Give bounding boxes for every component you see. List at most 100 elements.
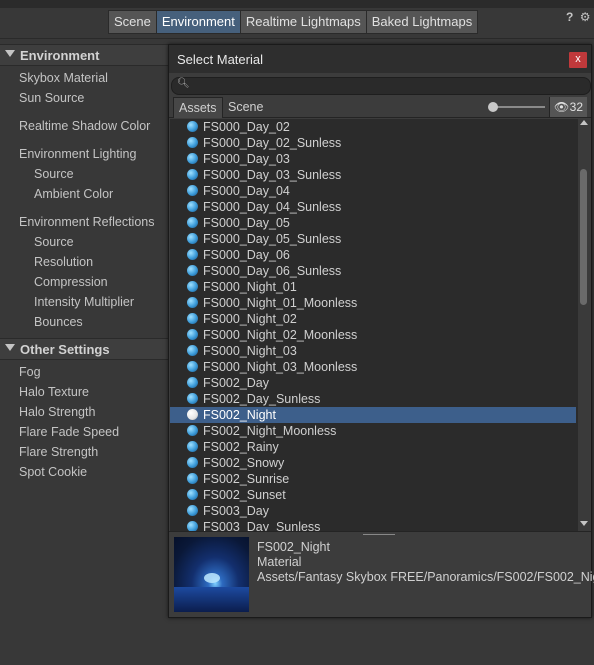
- material-sphere-icon: [187, 297, 198, 308]
- other-settings-section-header[interactable]: Other Settings: [0, 338, 168, 360]
- material-sphere-icon: [187, 521, 198, 531]
- material-sphere-icon: [187, 473, 198, 484]
- list-item[interactable]: FS000_Day_02: [170, 119, 576, 135]
- list-item-label: FS000_Day_03_Sunless: [203, 168, 342, 182]
- item-size-slider-handle[interactable]: [488, 102, 498, 112]
- dialog-tab-row: Assets Scene 👁︎ 32: [169, 97, 591, 118]
- list-item[interactable]: FS000_Night_03: [170, 343, 576, 359]
- scroll-up-arrow-icon[interactable]: [580, 120, 588, 125]
- list-item[interactable]: FS000_Day_03_Sunless: [170, 167, 576, 183]
- list-item[interactable]: FS002_Rainy: [170, 439, 576, 455]
- environment-header-label: Environment: [20, 48, 100, 63]
- dialog-title-bar[interactable]: Select Material x: [169, 45, 591, 73]
- list-item[interactable]: FS000_Night_02: [170, 311, 576, 327]
- list-item[interactable]: FS000_Night_02_Moonless: [170, 327, 576, 343]
- list-item-label: FS000_Day_02: [203, 120, 290, 134]
- list-item-label: FS002_Snowy: [203, 456, 285, 470]
- list-item-label: FS000_Day_03: [203, 152, 290, 166]
- foldout-expanded-icon: [5, 50, 15, 57]
- realtime-shadow-color-label: Realtime Shadow Color: [19, 119, 151, 133]
- tab-scene[interactable]: Scene: [108, 10, 157, 34]
- list-item[interactable]: FS002_Day: [170, 375, 576, 391]
- list-item-label: FS000_Day_05_Sunless: [203, 232, 342, 246]
- list-item[interactable]: FS000_Day_04: [170, 183, 576, 199]
- tab-realtime-lightmaps[interactable]: Realtime Lightmaps: [239, 10, 367, 34]
- close-button[interactable]: x: [569, 52, 587, 68]
- environment-section-header[interactable]: Environment: [0, 44, 168, 66]
- scrollbar-thumb[interactable]: [580, 169, 587, 305]
- list-item-label: FS000_Night_03_Moonless: [203, 360, 358, 374]
- list-item-label: FS000_Night_03: [203, 344, 297, 358]
- material-sphere-icon: [187, 425, 198, 436]
- material-sphere-icon: [187, 233, 198, 244]
- list-item[interactable]: FS002_Snowy: [170, 455, 576, 471]
- scroll-down-arrow-icon[interactable]: [580, 521, 588, 526]
- material-sphere-icon: [187, 313, 198, 324]
- material-sphere-icon: [187, 377, 198, 388]
- list-item[interactable]: FS000_Night_03_Moonless: [170, 359, 576, 375]
- other-settings-header-label: Other Settings: [20, 342, 110, 357]
- list-item[interactable]: FS002_Sunset: [170, 487, 576, 503]
- list-item[interactable]: FS002_Night: [170, 407, 576, 423]
- material-sphere-icon: [187, 249, 198, 260]
- list-item[interactable]: FS000_Day_05_Sunless: [170, 231, 576, 247]
- list-item-label: FS000_Day_04: [203, 184, 290, 198]
- hidden-packages-toggle[interactable]: 👁︎ 32: [549, 97, 587, 117]
- list-item[interactable]: FS000_Day_05: [170, 215, 576, 231]
- list-item[interactable]: FS000_Night_01_Moonless: [170, 295, 576, 311]
- list-item[interactable]: FS002_Night_Moonless: [170, 423, 576, 439]
- list-item[interactable]: FS003_Day_Sunless: [170, 519, 576, 531]
- list-item-label: FS002_Day: [203, 376, 270, 390]
- thumbnail-horizon: [174, 587, 249, 612]
- flare-strength-label: Flare Strength: [19, 445, 99, 459]
- tab-assets[interactable]: Assets: [173, 97, 223, 118]
- tab-scene-objects[interactable]: Scene: [223, 97, 268, 117]
- material-sphere-icon: [187, 201, 198, 212]
- settings-icon[interactable]: ⚙: [580, 10, 591, 24]
- bounces-label: Bounces: [34, 315, 83, 329]
- environment-reflections-label: Environment Reflections: [19, 215, 155, 229]
- tab-environment[interactable]: Environment: [155, 10, 241, 34]
- list-item[interactable]: FS003_Day: [170, 503, 576, 519]
- list-item[interactable]: FS000_Day_03: [170, 151, 576, 167]
- list-item-label: FS002_Night: [203, 408, 276, 422]
- toolbar-icons: ? ⚙: [566, 10, 590, 24]
- list-item-label: FS000_Night_01: [203, 280, 297, 294]
- help-icon[interactable]: ?: [566, 10, 573, 24]
- list-item[interactable]: FS000_Night_01: [170, 279, 576, 295]
- list-item-label: FS000_Day_06: [203, 248, 290, 262]
- halo-texture-label: Halo Texture: [19, 385, 89, 399]
- list-item-label: FS000_Day_04_Sunless: [203, 200, 342, 214]
- material-preview-thumbnail: [174, 537, 249, 612]
- material-sphere-icon: [187, 393, 198, 404]
- material-sphere-icon: [187, 153, 198, 164]
- list-item[interactable]: FS000_Day_04_Sunless: [170, 199, 576, 215]
- list-item-label: FS000_Night_02_Moonless: [203, 328, 358, 342]
- lighting-source-label: Source: [34, 167, 74, 181]
- preview-type: Material: [257, 555, 302, 569]
- material-sphere-icon: [187, 185, 198, 196]
- list-item[interactable]: FS000_Day_02_Sunless: [170, 135, 576, 151]
- list-item-label: FS000_Day_02_Sunless: [203, 136, 342, 150]
- material-sphere-icon: [187, 489, 198, 500]
- tab-baked-lightmaps[interactable]: Baked Lightmaps: [365, 10, 479, 34]
- list-item-label: FS002_Rainy: [203, 440, 279, 454]
- list-item[interactable]: FS002_Day_Sunless: [170, 391, 576, 407]
- item-size-slider-track[interactable]: [493, 106, 545, 108]
- search-field[interactable]: 🔍︎: [171, 77, 591, 95]
- environment-panel: Environment Skybox Material Sun Source R…: [0, 44, 168, 665]
- search-icon: 🔍︎: [177, 78, 190, 89]
- material-sphere-icon: [187, 361, 198, 372]
- list-scrollbar[interactable]: [578, 119, 590, 531]
- list-item-label: FS002_Sunrise: [203, 472, 290, 486]
- list-item-label: FS000_Night_02: [203, 312, 297, 326]
- material-sphere-icon: [187, 329, 198, 340]
- environment-lighting-label: Environment Lighting: [19, 147, 137, 161]
- list-item[interactable]: FS002_Sunrise: [170, 471, 576, 487]
- material-sphere-icon: [187, 441, 198, 452]
- compression-label: Compression: [34, 275, 108, 289]
- list-item[interactable]: FS000_Day_06_Sunless: [170, 263, 576, 279]
- list-item[interactable]: FS000_Day_06: [170, 247, 576, 263]
- fog-label: Fog: [19, 365, 41, 379]
- eye-hidden-icon: 👁︎: [554, 100, 570, 114]
